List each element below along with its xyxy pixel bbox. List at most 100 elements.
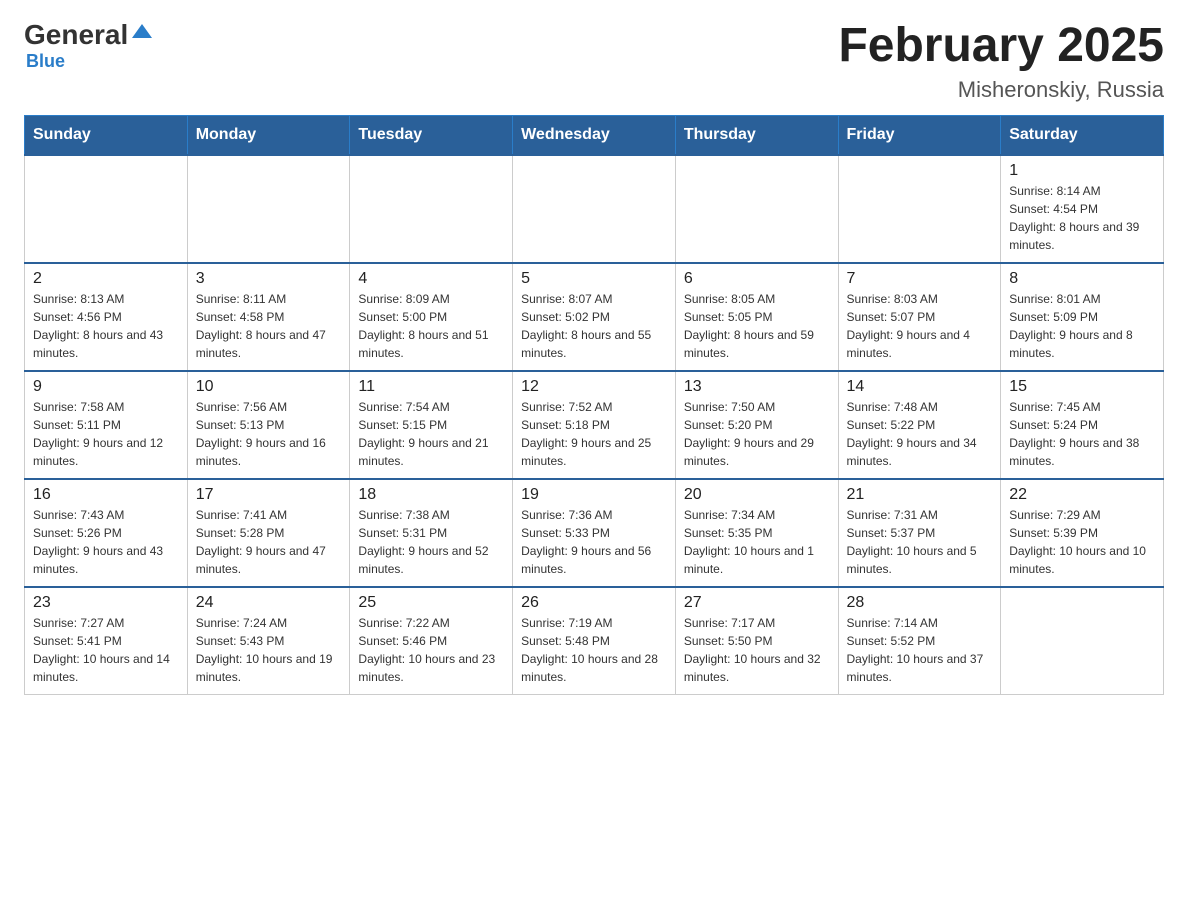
day-number: 7 <box>847 270 993 288</box>
day-number: 24 <box>196 594 342 612</box>
calendar-cell: 22 Sunrise: 7:29 AMSunset: 5:39 PMDayligh… <box>1001 479 1164 587</box>
day-number: 11 <box>358 378 504 396</box>
calendar-cell: 19 Sunrise: 7:36 AMSunset: 5:33 PMDayligh… <box>513 479 676 587</box>
day-info: Sunrise: 7:43 AMSunset: 5:26 PMDaylight:… <box>33 506 179 578</box>
calendar-cell <box>838 155 1001 263</box>
calendar-cell: 3 Sunrise: 8:11 AMSunset: 4:58 PMDaylight… <box>187 263 350 371</box>
day-number: 28 <box>847 594 993 612</box>
calendar-cell: 21Sunrise: 7:31 AMSunset: 5:37 PMDayligh… <box>838 479 1001 587</box>
day-info: Sunrise: 7:19 AMSunset: 5:48 PMDaylight:… <box>521 614 667 686</box>
day-number: 18 <box>358 486 504 504</box>
day-info: Sunrise: 7:45 AMSunset: 5:24 PMDaylight:… <box>1009 398 1155 470</box>
day-number: 2 <box>33 270 179 288</box>
calendar-cell: 14 Sunrise: 7:48 AMSunset: 5:22 PMDayligh… <box>838 371 1001 479</box>
day-number: 1 <box>1009 162 1155 180</box>
day-info: Sunrise: 7:52 AMSunset: 5:18 PMDaylight:… <box>521 398 667 470</box>
calendar-cell: 18 Sunrise: 7:38 AMSunset: 5:31 PMDayligh… <box>350 479 513 587</box>
day-info: Sunrise: 7:34 AMSunset: 5:35 PMDaylight:… <box>684 506 830 578</box>
day-number: 4 <box>358 270 504 288</box>
calendar-cell: 20 Sunrise: 7:34 AMSunset: 5:35 PMDayligh… <box>675 479 838 587</box>
day-info: Sunrise: 7:29 AMSunset: 5:39 PMDaylight:… <box>1009 506 1155 578</box>
calendar-cell: 7 Sunrise: 8:03 AMSunset: 5:07 PMDaylight… <box>838 263 1001 371</box>
calendar-cell <box>187 155 350 263</box>
week-row-5: 23 Sunrise: 7:27 AMSunset: 5:41 PMDayligh… <box>25 587 1164 695</box>
page: General Blue February 2025 Misheronskiy,… <box>0 0 1188 719</box>
calendar-cell: 12 Sunrise: 7:52 AMSunset: 5:18 PMDayligh… <box>513 371 676 479</box>
week-row-4: 16 Sunrise: 7:43 AMSunset: 5:26 PMDayligh… <box>25 479 1164 587</box>
calendar-cell: 2 Sunrise: 8:13 AMSunset: 4:56 PMDaylight… <box>25 263 188 371</box>
day-number: 6 <box>684 270 830 288</box>
week-row-1: 1 Sunrise: 8:14 AMSunset: 4:54 PMDaylight… <box>25 155 1164 263</box>
day-number: 8 <box>1009 270 1155 288</box>
header: General Blue February 2025 Misheronskiy,… <box>24 20 1164 103</box>
calendar-cell: 4 Sunrise: 8:09 AMSunset: 5:00 PMDaylight… <box>350 263 513 371</box>
day-info: Sunrise: 8:13 AMSunset: 4:56 PMDaylight:… <box>33 290 179 362</box>
day-number: 16 <box>33 486 179 504</box>
weekday-header-friday: Friday <box>838 115 1001 155</box>
calendar-cell: 6 Sunrise: 8:05 AMSunset: 5:05 PMDaylight… <box>675 263 838 371</box>
day-number: 10 <box>196 378 342 396</box>
calendar-cell: 10 Sunrise: 7:56 AMSunset: 5:13 PMDayligh… <box>187 371 350 479</box>
day-info: Sunrise: 8:05 AMSunset: 5:05 PMDaylight:… <box>684 290 830 362</box>
logo-general-text: General <box>24 20 128 51</box>
day-info: Sunrise: 7:50 AMSunset: 5:20 PMDaylight:… <box>684 398 830 470</box>
day-number: 23 <box>33 594 179 612</box>
day-info: Sunrise: 7:41 AMSunset: 5:28 PMDaylight:… <box>196 506 342 578</box>
calendar-cell: 16 Sunrise: 7:43 AMSunset: 5:26 PMDayligh… <box>25 479 188 587</box>
day-number: 3 <box>196 270 342 288</box>
calendar-cell: 17 Sunrise: 7:41 AMSunset: 5:28 PMDayligh… <box>187 479 350 587</box>
calendar-cell: 1 Sunrise: 8:14 AMSunset: 4:54 PMDaylight… <box>1001 155 1164 263</box>
day-info: Sunrise: 7:54 AMSunset: 5:15 PMDaylight:… <box>358 398 504 470</box>
day-number: 17 <box>196 486 342 504</box>
day-info: Sunrise: 7:56 AMSunset: 5:13 PMDaylight:… <box>196 398 342 470</box>
day-number: 13 <box>684 378 830 396</box>
calendar-cell: 8 Sunrise: 8:01 AMSunset: 5:09 PMDaylight… <box>1001 263 1164 371</box>
weekday-header-monday: Monday <box>187 115 350 155</box>
calendar-cell: 24Sunrise: 7:24 AMSunset: 5:43 PMDayligh… <box>187 587 350 695</box>
day-number: 20 <box>684 486 830 504</box>
calendar-table: SundayMondayTuesdayWednesdayThursdayFrid… <box>24 115 1164 695</box>
calendar-cell: 23 Sunrise: 7:27 AMSunset: 5:41 PMDayligh… <box>25 587 188 695</box>
calendar-cell: 5Sunrise: 8:07 AMSunset: 5:02 PMDaylight… <box>513 263 676 371</box>
calendar-subtitle: Misheronskiy, Russia <box>838 77 1164 103</box>
day-number: 12 <box>521 378 667 396</box>
day-info: Sunrise: 7:14 AMSunset: 5:52 PMDaylight:… <box>847 614 993 686</box>
calendar-title: February 2025 <box>838 20 1164 73</box>
calendar-cell <box>675 155 838 263</box>
day-number: 25 <box>358 594 504 612</box>
weekday-header-saturday: Saturday <box>1001 115 1164 155</box>
weekday-header-thursday: Thursday <box>675 115 838 155</box>
calendar-cell <box>1001 587 1164 695</box>
day-number: 14 <box>847 378 993 396</box>
calendar-cell: 11 Sunrise: 7:54 AMSunset: 5:15 PMDayligh… <box>350 371 513 479</box>
week-row-2: 2 Sunrise: 8:13 AMSunset: 4:56 PMDaylight… <box>25 263 1164 371</box>
day-info: Sunrise: 8:09 AMSunset: 5:00 PMDaylight:… <box>358 290 504 362</box>
week-row-3: 9 Sunrise: 7:58 AMSunset: 5:11 PMDaylight… <box>25 371 1164 479</box>
calendar-cell: 26 Sunrise: 7:19 AMSunset: 5:48 PMDayligh… <box>513 587 676 695</box>
weekday-header-row: SundayMondayTuesdayWednesdayThursdayFrid… <box>25 115 1164 155</box>
day-info: Sunrise: 7:36 AMSunset: 5:33 PMDaylight:… <box>521 506 667 578</box>
day-info: Sunrise: 7:27 AMSunset: 5:41 PMDaylight:… <box>33 614 179 686</box>
day-number: 27 <box>684 594 830 612</box>
day-info: Sunrise: 8:14 AMSunset: 4:54 PMDaylight:… <box>1009 182 1155 254</box>
day-number: 26 <box>521 594 667 612</box>
day-info: Sunrise: 8:07 AMSunset: 5:02 PMDaylight:… <box>521 290 667 362</box>
calendar-cell <box>350 155 513 263</box>
weekday-header-wednesday: Wednesday <box>513 115 676 155</box>
day-info: Sunrise: 7:58 AMSunset: 5:11 PMDaylight:… <box>33 398 179 470</box>
day-number: 9 <box>33 378 179 396</box>
day-info: Sunrise: 8:03 AMSunset: 5:07 PMDaylight:… <box>847 290 993 362</box>
day-number: 19 <box>521 486 667 504</box>
day-number: 22 <box>1009 486 1155 504</box>
day-info: Sunrise: 7:48 AMSunset: 5:22 PMDaylight:… <box>847 398 993 470</box>
calendar-cell: 25 Sunrise: 7:22 AMSunset: 5:46 PMDayligh… <box>350 587 513 695</box>
calendar-cell: 13 Sunrise: 7:50 AMSunset: 5:20 PMDayligh… <box>675 371 838 479</box>
calendar-cell: 15Sunrise: 7:45 AMSunset: 5:24 PMDayligh… <box>1001 371 1164 479</box>
calendar-cell: 9 Sunrise: 7:58 AMSunset: 5:11 PMDaylight… <box>25 371 188 479</box>
day-info: Sunrise: 7:38 AMSunset: 5:31 PMDaylight:… <box>358 506 504 578</box>
logo-triangle-icon <box>132 24 152 38</box>
day-info: Sunrise: 8:11 AMSunset: 4:58 PMDaylight:… <box>196 290 342 362</box>
day-info: Sunrise: 8:01 AMSunset: 5:09 PMDaylight:… <box>1009 290 1155 362</box>
weekday-header-sunday: Sunday <box>25 115 188 155</box>
day-info: Sunrise: 7:22 AMSunset: 5:46 PMDaylight:… <box>358 614 504 686</box>
